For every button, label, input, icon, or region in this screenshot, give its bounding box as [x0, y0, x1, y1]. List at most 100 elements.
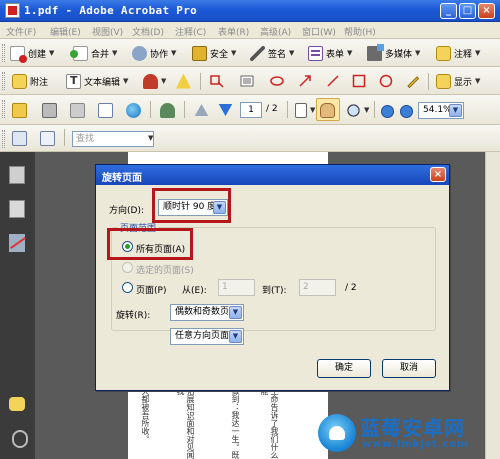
arrow-up-icon: [194, 104, 209, 116]
selected-pages-radio: [122, 262, 133, 273]
dialog-close-button[interactable]: ×: [430, 167, 446, 182]
comment-button[interactable]: 注释 ▼: [436, 44, 480, 62]
pen-sign-icon: [250, 45, 265, 61]
line-tool-icon[interactable]: [326, 74, 340, 88]
page-layout-button[interactable]: [12, 129, 27, 147]
ok-button[interactable]: 确定: [317, 359, 371, 378]
hand-tool-button[interactable]: [320, 101, 335, 119]
rectangle-tool-icon[interactable]: [352, 74, 366, 88]
sticky-note-button[interactable]: 附注: [12, 72, 48, 90]
next-page-button[interactable]: [218, 101, 233, 119]
menu-window[interactable]: 窗口(W): [302, 25, 336, 38]
secure-label: 安全: [210, 49, 229, 60]
zoom-out-button[interactable]: [381, 102, 394, 120]
menu-comments[interactable]: 注释(C): [175, 25, 206, 38]
pencil-tool-icon[interactable]: [406, 74, 420, 88]
watermark-url: www.lmkjst.com: [362, 439, 469, 450]
cloud-tool-icon[interactable]: [270, 74, 284, 88]
zoom-value: 54.1%: [423, 105, 452, 115]
menu-edit[interactable]: 编辑(E): [50, 25, 81, 38]
forms-button[interactable]: 表单 ▼: [308, 44, 352, 62]
sign-button[interactable]: 签名 ▼: [250, 44, 294, 62]
previous-page-button[interactable]: [194, 101, 209, 119]
pages-radio[interactable]: [122, 282, 133, 293]
zoom-tool-button[interactable]: ▼: [346, 101, 369, 119]
chevron-down-icon: ▼: [449, 104, 462, 117]
page-number-input[interactable]: 1: [240, 102, 262, 118]
pages-panel-icon[interactable]: [9, 166, 25, 184]
attachments-panel-icon[interactable]: [12, 430, 28, 448]
collaborate-button[interactable]: 协作 ▼: [132, 44, 176, 62]
toolbar-grip[interactable]: [2, 44, 5, 62]
text-edit-label: 文本编辑: [84, 77, 121, 88]
chevron-down-icon[interactable]: ▼: [148, 134, 153, 142]
email-button[interactable]: [98, 101, 113, 119]
secure-button[interactable]: 安全 ▼: [192, 44, 236, 62]
sticky-note-label: 附注: [30, 77, 49, 88]
multimedia-button[interactable]: 多媒体 ▼: [367, 43, 420, 62]
fit-page-button[interactable]: [40, 129, 55, 147]
oval-tool-icon[interactable]: [379, 74, 393, 88]
from-page-input[interactable]: 1: [218, 279, 255, 296]
toolbar-grip[interactable]: [2, 72, 5, 90]
text-edit-button[interactable]: 文本编辑▼: [66, 72, 128, 90]
cancel-button[interactable]: 取消: [382, 359, 436, 378]
menu-advanced[interactable]: 高级(A): [260, 25, 291, 38]
menu-help[interactable]: 帮助(H): [344, 25, 376, 38]
show-comments-icon: [436, 73, 451, 89]
attach-file-button[interactable]: [176, 72, 191, 90]
signatures-panel-icon[interactable]: [9, 234, 25, 252]
menu-forms[interactable]: 表单(R): [218, 25, 249, 38]
form-icon: [308, 45, 323, 61]
create-button[interactable]: 创建 ▼: [10, 44, 54, 63]
maximize-button[interactable]: □: [459, 3, 476, 19]
chevron-down-icon: ▼: [229, 330, 242, 343]
pages-label[interactable]: 页面(P): [136, 283, 166, 296]
sticky-note-icon: [12, 73, 27, 89]
menu-file[interactable]: 文件(F): [6, 25, 36, 38]
close-window-button[interactable]: ×: [478, 3, 495, 19]
page-text-column: 天都被吾所收。: [141, 387, 150, 443]
bookmarks-panel-icon[interactable]: [9, 200, 25, 218]
page-layout-icon: [12, 130, 27, 146]
toolbar-grip[interactable]: [2, 100, 5, 118]
zoom-in-button[interactable]: [400, 102, 413, 120]
merge-button[interactable]: 合并 ▼: [70, 44, 117, 62]
show-button[interactable]: 显示 ▼: [436, 72, 480, 90]
to-page-input[interactable]: 2: [299, 279, 336, 296]
merge-label: 合并: [91, 49, 110, 60]
rotate-pages-select[interactable]: 偶数和奇数页 ▼: [170, 304, 244, 321]
text-edit-icon: [66, 73, 81, 89]
text-box-tool-icon[interactable]: [240, 74, 254, 88]
selected-pages-label: 选定的页面(S): [136, 266, 194, 276]
select-tool-button[interactable]: ▼: [295, 101, 315, 119]
minimize-button[interactable]: _: [440, 3, 457, 19]
menu-view[interactable]: 视图(V): [92, 25, 123, 38]
highlight-tool-icon[interactable]: [210, 74, 224, 88]
orientation-value: 任意方向页面: [175, 331, 230, 341]
cursor-text-select-icon: [295, 102, 307, 118]
navigation-pane: [0, 152, 35, 459]
attach-warning-icon: [176, 73, 191, 89]
hand-icon: [320, 102, 335, 118]
search-input[interactable]: 查找: [72, 131, 154, 147]
dialog-titlebar: 旋转页面 ×: [96, 165, 449, 185]
multimedia-label: 多媒体: [385, 49, 413, 60]
open-button[interactable]: [12, 101, 27, 119]
prepress-icon: [160, 102, 175, 118]
menu-document[interactable]: 文档(D): [132, 25, 164, 38]
stamp-button[interactable]: ▼: [143, 72, 166, 90]
save-button[interactable]: [70, 101, 85, 119]
file-navigation-toolbar: 1 / 2 ▼ ▼ 54.1% ▼: [0, 95, 500, 125]
web-button[interactable]: [126, 101, 141, 119]
arrow-tool-icon[interactable]: [298, 74, 312, 88]
comment-label: 注释: [454, 49, 473, 60]
orientation-select[interactable]: 任意方向页面 ▼: [170, 328, 244, 345]
comments-panel-icon[interactable]: [9, 397, 25, 411]
prepress-button[interactable]: [160, 101, 175, 119]
print-button[interactable]: [42, 101, 57, 119]
blueberry-logo-icon: [318, 414, 356, 452]
toolbar-grip[interactable]: [2, 130, 5, 148]
zoom-select[interactable]: 54.1% ▼: [418, 102, 464, 119]
to-label: 到(T):: [262, 286, 287, 296]
